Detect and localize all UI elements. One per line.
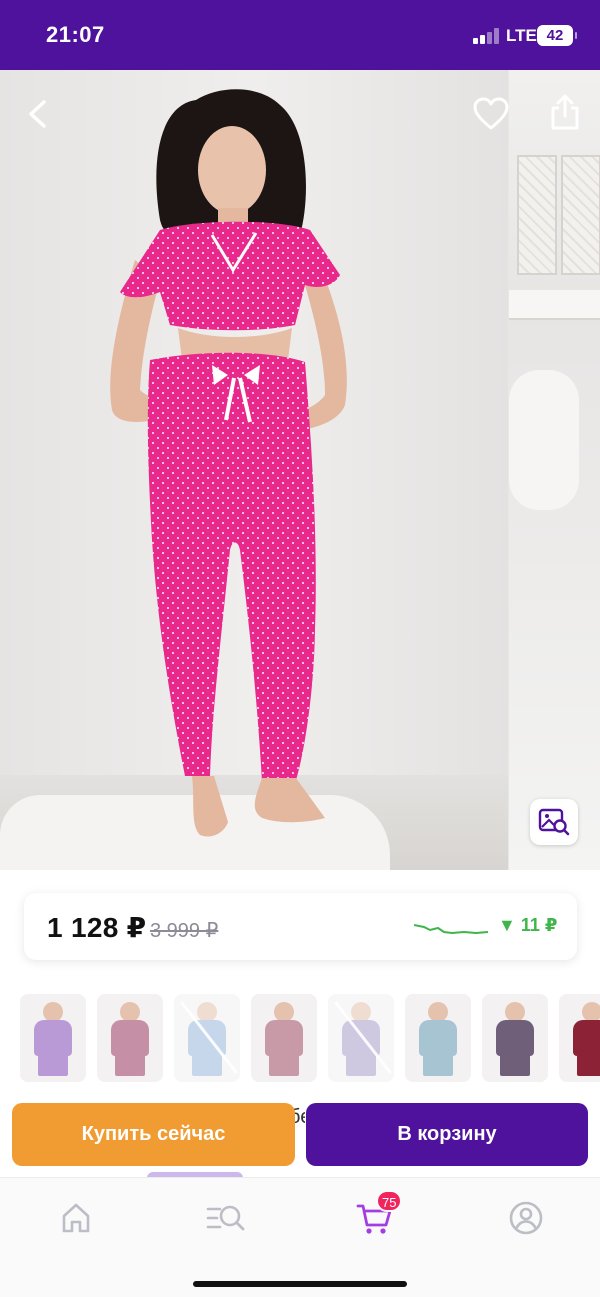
old-price: 3 999 ₽ (150, 920, 219, 942)
price-card[interactable]: 1 128 ₽ 3 999 ₽ ▼ 11 ₽ (24, 893, 577, 960)
variant-list[interactable] (0, 994, 600, 1084)
photo-decor (517, 155, 557, 275)
variant-figure (269, 1054, 299, 1076)
variant-thumbnail[interactable] (174, 994, 240, 1082)
variant-figure (419, 1020, 457, 1056)
variant-figure (500, 1054, 530, 1076)
product-gallery[interactable] (0, 70, 600, 870)
photo-decor (561, 155, 600, 275)
visual-search-button[interactable] (530, 799, 578, 845)
variant-figure (111, 1020, 149, 1056)
profile-icon (509, 1201, 543, 1235)
variant-thumbnail[interactable] (482, 994, 548, 1082)
price-history-chart (414, 924, 489, 935)
home-indicator (193, 1281, 407, 1287)
cart-badge: 75 (376, 1190, 403, 1212)
variant-figure (38, 1054, 68, 1076)
image-search-icon (538, 808, 570, 836)
bottom-nav: 75 (0, 1177, 600, 1297)
variant-thumbnail[interactable] (405, 994, 471, 1082)
variant-thumbnail[interactable] (97, 994, 163, 1082)
network-type: LTE (506, 26, 537, 45)
nav-profile[interactable] (504, 1196, 548, 1240)
photo-decor (509, 290, 600, 320)
signal-icon (473, 28, 501, 44)
status-bar: 21:07 LTE 42 (0, 0, 600, 70)
variant-figure (505, 1002, 525, 1022)
variant-figure (423, 1054, 453, 1076)
heart-icon (473, 97, 509, 130)
buy-now-button[interactable]: Купить сейчас (12, 1103, 295, 1166)
variant-figure (115, 1054, 145, 1076)
variant-figure (342, 1020, 380, 1056)
variant-figure (188, 1020, 226, 1056)
variant-figure (265, 1020, 303, 1056)
variant-figure (120, 1002, 140, 1022)
nav-catalog[interactable] (204, 1196, 248, 1240)
add-to-cart-button[interactable]: В корзину (306, 1103, 588, 1166)
variant-thumbnail[interactable] (559, 994, 600, 1082)
share-icon (551, 94, 579, 130)
variant-figure (197, 1002, 217, 1022)
variant-thumbnail[interactable] (20, 994, 86, 1082)
catalog-search-icon (206, 1205, 245, 1231)
battery-indicator: 42 (537, 25, 577, 46)
variant-figure (43, 1002, 63, 1022)
variant-figure (582, 1002, 600, 1022)
variant-figure (577, 1054, 600, 1076)
next-product-photo[interactable] (509, 70, 600, 870)
variant-figure (274, 1002, 294, 1022)
variant-thumbnail[interactable] (251, 994, 317, 1082)
favorite-button[interactable] (470, 94, 512, 134)
product-photo[interactable] (0, 70, 508, 870)
chevron-left-icon (29, 100, 46, 128)
variant-figure (573, 1020, 600, 1056)
share-button[interactable] (545, 92, 585, 134)
photo-decor (509, 370, 579, 510)
home-icon (62, 1203, 90, 1233)
variant-figure (192, 1054, 222, 1076)
variant-figure (351, 1002, 371, 1022)
nav-home[interactable] (54, 1196, 98, 1240)
model-figure (110, 89, 347, 837)
status-time: 21:07 (46, 22, 105, 47)
price-drop: ▼ 11 ₽ (498, 915, 558, 935)
variant-figure (346, 1054, 376, 1076)
current-price: 1 128 ₽ (47, 912, 147, 943)
variant-figure (34, 1020, 72, 1056)
variant-thumbnail[interactable] (328, 994, 394, 1082)
variant-figure (428, 1002, 448, 1022)
back-button[interactable] (18, 94, 58, 134)
variant-figure (496, 1020, 534, 1056)
